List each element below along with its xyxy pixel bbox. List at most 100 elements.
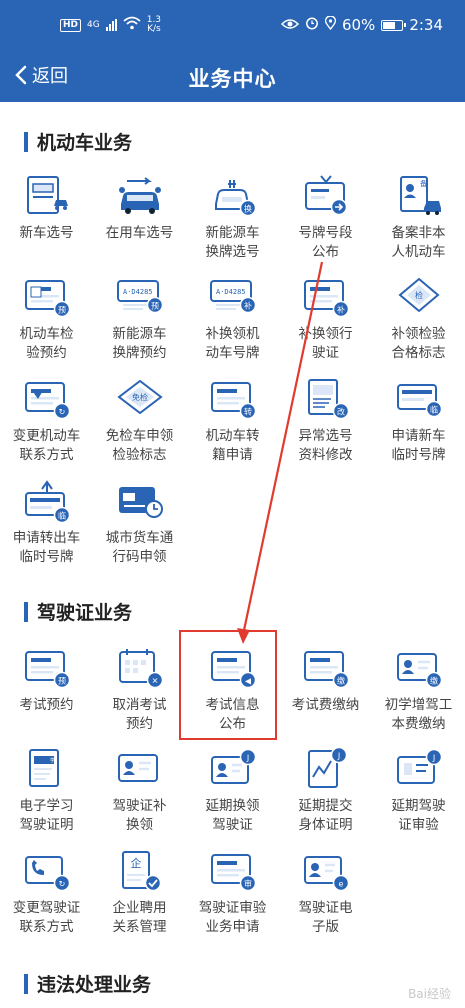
- svg-text:备: 备: [420, 179, 427, 188]
- svg-text:免检: 免检: [132, 392, 148, 402]
- service-item[interactable]: 免检免检车申领 检验标志: [93, 377, 186, 465]
- section-title: 驾驶证业务: [37, 602, 133, 624]
- service-item-label: 备案非本 人机动车: [391, 225, 446, 260]
- svg-text:J: J: [245, 754, 248, 763]
- service-item[interactable]: 补 补换领行 驶证: [279, 275, 372, 363]
- service-item[interactable]: J 延期驾驶 证审验: [372, 747, 465, 835]
- svg-text:A·D4285: A·D4285: [216, 288, 246, 296]
- service-item-label: 补领检验 合格标志: [391, 326, 446, 361]
- svg-text:预: 预: [58, 305, 66, 315]
- status-right: 60% 2:34: [280, 15, 443, 34]
- ev-plate-icon: 换: [208, 174, 258, 218]
- section-title: 机动车业务: [37, 132, 133, 154]
- service-item-label: 延期驾驶 证审验: [391, 798, 446, 833]
- service-item-label: 驾驶证审验 业务申请: [198, 900, 267, 935]
- alarm-icon: [305, 16, 319, 34]
- svg-text:e: e: [338, 880, 343, 889]
- svg-text:企: 企: [130, 856, 141, 870]
- service-item-label: 新车选号: [19, 225, 74, 241]
- service-item[interactable]: 预 机动车检 验预约: [0, 275, 93, 363]
- service-item-label: 城市货车通 行码申领: [105, 530, 174, 565]
- section-header-vehicle: 机动车业务: [24, 128, 132, 155]
- service-item-label: 延期换领 驾驶证: [205, 798, 260, 833]
- ev-plate-appointment-icon: A·D4285 预: [115, 275, 165, 319]
- service-item[interactable]: ↻ 变更驾驶证 联系方式: [0, 849, 93, 937]
- section-header-violation: 违法处理业务: [24, 970, 151, 997]
- service-item[interactable]: 检补领检验 合格标志: [372, 275, 465, 363]
- service-item-label: 补换领行 驶证: [298, 326, 353, 361]
- replace-plate-icon: A·D4285 补: [208, 275, 258, 319]
- exam-appointment-icon: 预: [22, 646, 72, 690]
- svg-text:↻: ↻: [58, 408, 65, 417]
- svg-text:审: 审: [244, 879, 252, 889]
- service-item-label: 考试费缴纳: [291, 697, 360, 713]
- learner-fee-icon: 缴: [394, 646, 444, 690]
- service-item[interactable]: ↻ 变更机动车 联系方式: [0, 377, 93, 465]
- service-item[interactable]: 新车选号: [0, 174, 93, 243]
- signal-icon: [105, 19, 117, 31]
- service-item[interactable]: J 延期换领 驾驶证: [186, 747, 279, 835]
- review-apply-icon: 审: [208, 849, 258, 893]
- service-item[interactable]: 备备案非本 人机动车: [372, 174, 465, 262]
- svg-text:补: 补: [337, 305, 345, 315]
- service-item[interactable]: 驾驶证补 换领: [93, 747, 186, 835]
- service-item-label: 免检车申领 检验标志: [105, 428, 174, 463]
- service-item-label: 驾驶证补 换领: [112, 798, 167, 833]
- nav-bar: 返回 业务中心: [0, 52, 465, 102]
- exam-fee-icon: 缴: [301, 646, 351, 690]
- service-item[interactable]: A·D4285 补补换领机 动车号牌: [186, 275, 279, 363]
- service-item[interactable]: 号牌号段 公布: [279, 174, 372, 262]
- service-item[interactable]: 转 机动车转 籍申请: [186, 377, 279, 465]
- service-item[interactable]: 审 驾驶证审验 业务申请: [186, 849, 279, 937]
- service-item[interactable]: 改异常选号 资料修改: [279, 377, 372, 465]
- service-item[interactable]: 缴初学增驾工 本费缴纳: [372, 646, 465, 734]
- service-item[interactable]: ✕ 取消考试 预约: [93, 646, 186, 734]
- svg-text:J: J: [431, 754, 434, 763]
- cancel-exam-icon: ✕: [115, 646, 165, 690]
- service-item[interactable]: A·D4285 预新能源车 换牌预约: [93, 275, 186, 363]
- svg-text:缴: 缴: [337, 676, 345, 686]
- service-item-label: 补换领机 动车号牌: [205, 326, 260, 361]
- service-item-label: 在用车选号: [105, 225, 174, 241]
- service-item[interactable]: J 延期提交 身体证明: [279, 746, 372, 835]
- service-item-label: 申请新车 临时号牌: [391, 428, 446, 463]
- service-item[interactable]: 临申请新车 临时号牌: [372, 377, 465, 465]
- transfer-icon: 转: [208, 377, 258, 421]
- service-item-label: 号牌号段 公布: [298, 225, 353, 260]
- eye-icon: [280, 16, 300, 34]
- location-icon: [324, 15, 337, 34]
- service-item[interactable]: 换新能源车 换牌选号: [186, 174, 279, 262]
- service-item-label: 机动车转 籍申请: [205, 428, 260, 463]
- svg-text:转: 转: [244, 407, 252, 417]
- svg-text:✕: ✕: [151, 677, 158, 686]
- service-item[interactable]: e 驾驶证电 子版: [279, 849, 372, 937]
- section-header-license: 驾驶证业务: [24, 598, 132, 625]
- service-item[interactable]: 在用车选号: [93, 174, 186, 243]
- used-car-plate-icon: [115, 174, 165, 218]
- e-learning-permit-icon: 学: [22, 747, 72, 791]
- service-item[interactable]: 城市货车通 行码申领: [93, 479, 186, 567]
- svg-text:检: 检: [415, 290, 423, 300]
- transfer-out-plate-icon: 临: [22, 479, 72, 524]
- service-item[interactable]: 预 考试预约: [0, 646, 93, 715]
- service-item[interactable]: 临申请转出车 临时号牌: [0, 479, 93, 567]
- service-item-label: 电子学习 驾驶证明: [19, 798, 74, 833]
- service-item[interactable]: 企企业聘用 关系管理: [93, 849, 186, 937]
- svg-text:临: 临: [430, 405, 438, 415]
- service-item[interactable]: 学电子学习 驾驶证明: [0, 747, 93, 835]
- replace-driver-license-icon: [115, 747, 165, 791]
- service-item-label: 考试预约: [19, 697, 74, 713]
- section-accent-bar: [24, 973, 28, 994]
- section-accent-bar: [24, 131, 28, 152]
- network-speed: 1.3 K/s: [147, 16, 161, 34]
- new-car-plate-icon: [22, 174, 72, 218]
- svg-text:↻: ↻: [58, 880, 65, 889]
- service-item[interactable]: 缴 考试费缴纳: [279, 646, 372, 715]
- hd-badge: HD: [60, 18, 82, 32]
- service-item-label: 新能源车 换牌预约: [112, 326, 167, 361]
- exempt-mark-icon: 免检: [115, 377, 165, 421]
- battery-percent: 60%: [341, 16, 376, 34]
- clock: 2:34: [409, 16, 443, 34]
- change-driver-contact-icon: ↻: [22, 849, 72, 893]
- svg-text:J: J: [336, 752, 339, 761]
